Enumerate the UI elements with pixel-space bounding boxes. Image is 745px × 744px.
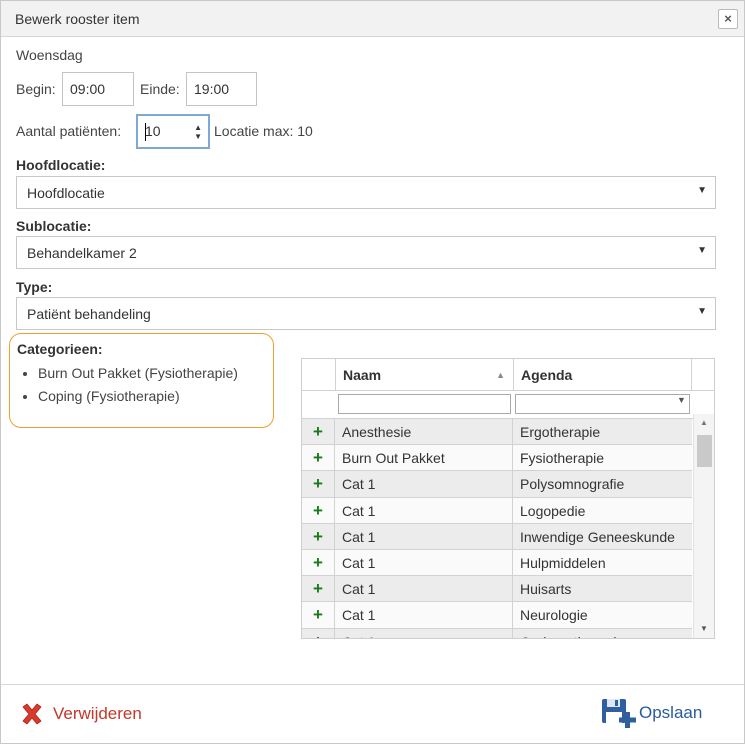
table-row: + Cat 1 Huisarts <box>302 576 692 603</box>
naam-filter-input[interactable] <box>338 394 511 414</box>
table-row: + Cat 1 Logopedie <box>302 497 692 524</box>
naam-cell: Cat 1 <box>336 576 513 602</box>
add-icon[interactable]: + <box>302 523 335 549</box>
chevron-down-icon: ▼ <box>697 245 707 256</box>
naam-cell: Cat 1 <box>336 602 513 628</box>
table-row: + Burn Out Pakket Fysiotherapie <box>302 445 692 472</box>
table-row: + Cat 1 Neurologie <box>302 602 692 629</box>
sub-location-value: Behandelkamer 2 <box>27 245 137 261</box>
chevron-down-icon: ▼ <box>697 306 707 317</box>
location-max: Locatie max: 10 <box>214 123 313 139</box>
grid-scrollbar[interactable]: ▲ ▼ <box>693 414 714 638</box>
main-location-label: Hoofdlocatie: <box>16 157 106 173</box>
save-button[interactable]: Opslaan <box>601 697 702 729</box>
sort-asc-icon[interactable]: ▲ <box>496 359 505 391</box>
grid-filter-row: ▼ <box>302 391 714 419</box>
agenda-cell: Inwendige Geneeskunde <box>520 528 675 545</box>
sub-location-label: Sublocatie: <box>16 218 92 234</box>
column-header-agenda[interactable]: Agenda <box>514 359 692 391</box>
end-time-input[interactable]: 19:00 <box>186 72 257 106</box>
agenda-cell: Fysiotherapie <box>520 450 605 467</box>
scroll-up-icon[interactable]: ▲ <box>700 418 708 427</box>
categories-list: Burn Out Pakket (Fysiotherapie) Coping (… <box>10 362 238 408</box>
begin-time-input[interactable]: 09:00 <box>62 72 134 106</box>
table-row: + Cat 1 Inwendige Geneeskunde <box>302 523 692 550</box>
delete-label: Verwijderen <box>53 704 142 723</box>
agenda-cell: Polysomnografie <box>520 476 625 493</box>
close-button[interactable]: × <box>718 9 738 29</box>
type-select[interactable]: Patiënt behandeling ▼ <box>16 297 716 330</box>
add-icon[interactable]: + <box>302 445 335 471</box>
save-floppy-icon <box>602 699 636 728</box>
naam-cell: Cat 1 <box>336 497 513 523</box>
text-caret <box>145 123 146 141</box>
naam-cell: Cat 1 <box>336 471 513 497</box>
category-grid: Naam ▲ Agenda ▼ + Anesthesie Ergotherapie … <box>301 358 715 639</box>
patients-value: 10 <box>145 123 161 139</box>
scroll-down-icon[interactable]: ▼ <box>700 624 708 633</box>
chevron-down-icon[interactable]: ▼ <box>677 395 686 405</box>
add-icon[interactable]: + <box>302 576 335 602</box>
agenda-cell: Logopedie <box>520 502 586 519</box>
column-header-naam[interactable]: Naam ▲ <box>336 359 514 391</box>
add-icon[interactable]: + <box>302 602 335 628</box>
sub-location-select[interactable]: Behandelkamer 2 ▼ <box>16 236 716 269</box>
patients-label: Aantal patiënten: <box>16 123 122 139</box>
categories-label: Categorieen: <box>17 341 103 357</box>
type-label: Type: <box>16 279 53 295</box>
grid-header-add <box>302 359 336 391</box>
table-row: + Anesthesie Ergotherapie <box>302 419 692 446</box>
add-icon[interactable]: + <box>302 497 335 523</box>
naam-cell: Anesthesie <box>336 419 513 445</box>
naam-cell: Burn Out Pakket <box>336 445 513 471</box>
agenda-cell: Hulpmiddelen <box>520 554 606 571</box>
chevron-down-icon: ▼ <box>697 185 707 196</box>
type-value: Patiënt behandeling <box>27 306 151 322</box>
delete-button[interactable]: Verwijderen <box>19 699 142 729</box>
add-icon[interactable]: + <box>302 549 335 576</box>
scrollbar-thumb[interactable] <box>697 435 712 467</box>
agenda-cell: Neurologie <box>520 607 588 624</box>
edit-schedule-dialog: Bewerk rooster item × Woensdag Begin: 09… <box>0 0 745 744</box>
agenda-cell: Oedeemtherapie <box>514 629 692 639</box>
table-row: +Cat 1Oedeemtherapie <box>302 628 692 639</box>
naam-cell: Cat 1 <box>336 628 513 638</box>
begin-label: Begin: <box>16 81 56 97</box>
category-item: Coping (Fysiotherapie) <box>38 385 238 408</box>
categories-box: Categorieen: Burn Out Pakket (Fysiothera… <box>9 333 274 428</box>
grid-rows: + Anesthesie Ergotherapie + Burn Out Pakket… <box>302 419 692 639</box>
end-label: Einde: <box>140 81 180 97</box>
table-row: + Cat 1 Polysomnografie <box>302 471 692 498</box>
add-icon[interactable]: + <box>302 419 335 445</box>
agenda-filter-input[interactable] <box>515 394 690 414</box>
naam-cell: Cat 1 <box>336 523 513 549</box>
add-icon[interactable]: + <box>302 471 335 497</box>
main-location-select[interactable]: Hoofdlocatie ▼ <box>16 176 716 209</box>
category-item: Burn Out Pakket (Fysiotherapie) <box>38 362 238 385</box>
table-row: + Cat 1 Hulpmiddelen <box>302 549 692 577</box>
add-icon[interactable]: + <box>302 628 335 638</box>
main-location-value: Hoofdlocatie <box>27 185 105 201</box>
dialog-titlebar: Bewerk rooster item × <box>1 1 744 37</box>
agenda-cell: Huisarts <box>520 581 572 598</box>
save-label: Opslaan <box>639 703 703 722</box>
grid-header: Naam ▲ Agenda <box>302 359 714 391</box>
agenda-cell: Ergotherapie <box>520 424 601 440</box>
patients-stepper[interactable]: 10 ▲ ▼ <box>136 114 210 149</box>
day-label: Woensdag <box>16 47 83 63</box>
dialog-footer: Verwijderen Opslaan <box>1 684 744 743</box>
naam-cell: Cat 1 <box>336 549 513 576</box>
delete-x-icon <box>22 703 42 725</box>
dialog-title: Bewerk rooster item <box>15 11 140 27</box>
stepper-arrows-icon[interactable]: ▲ ▼ <box>194 123 202 141</box>
